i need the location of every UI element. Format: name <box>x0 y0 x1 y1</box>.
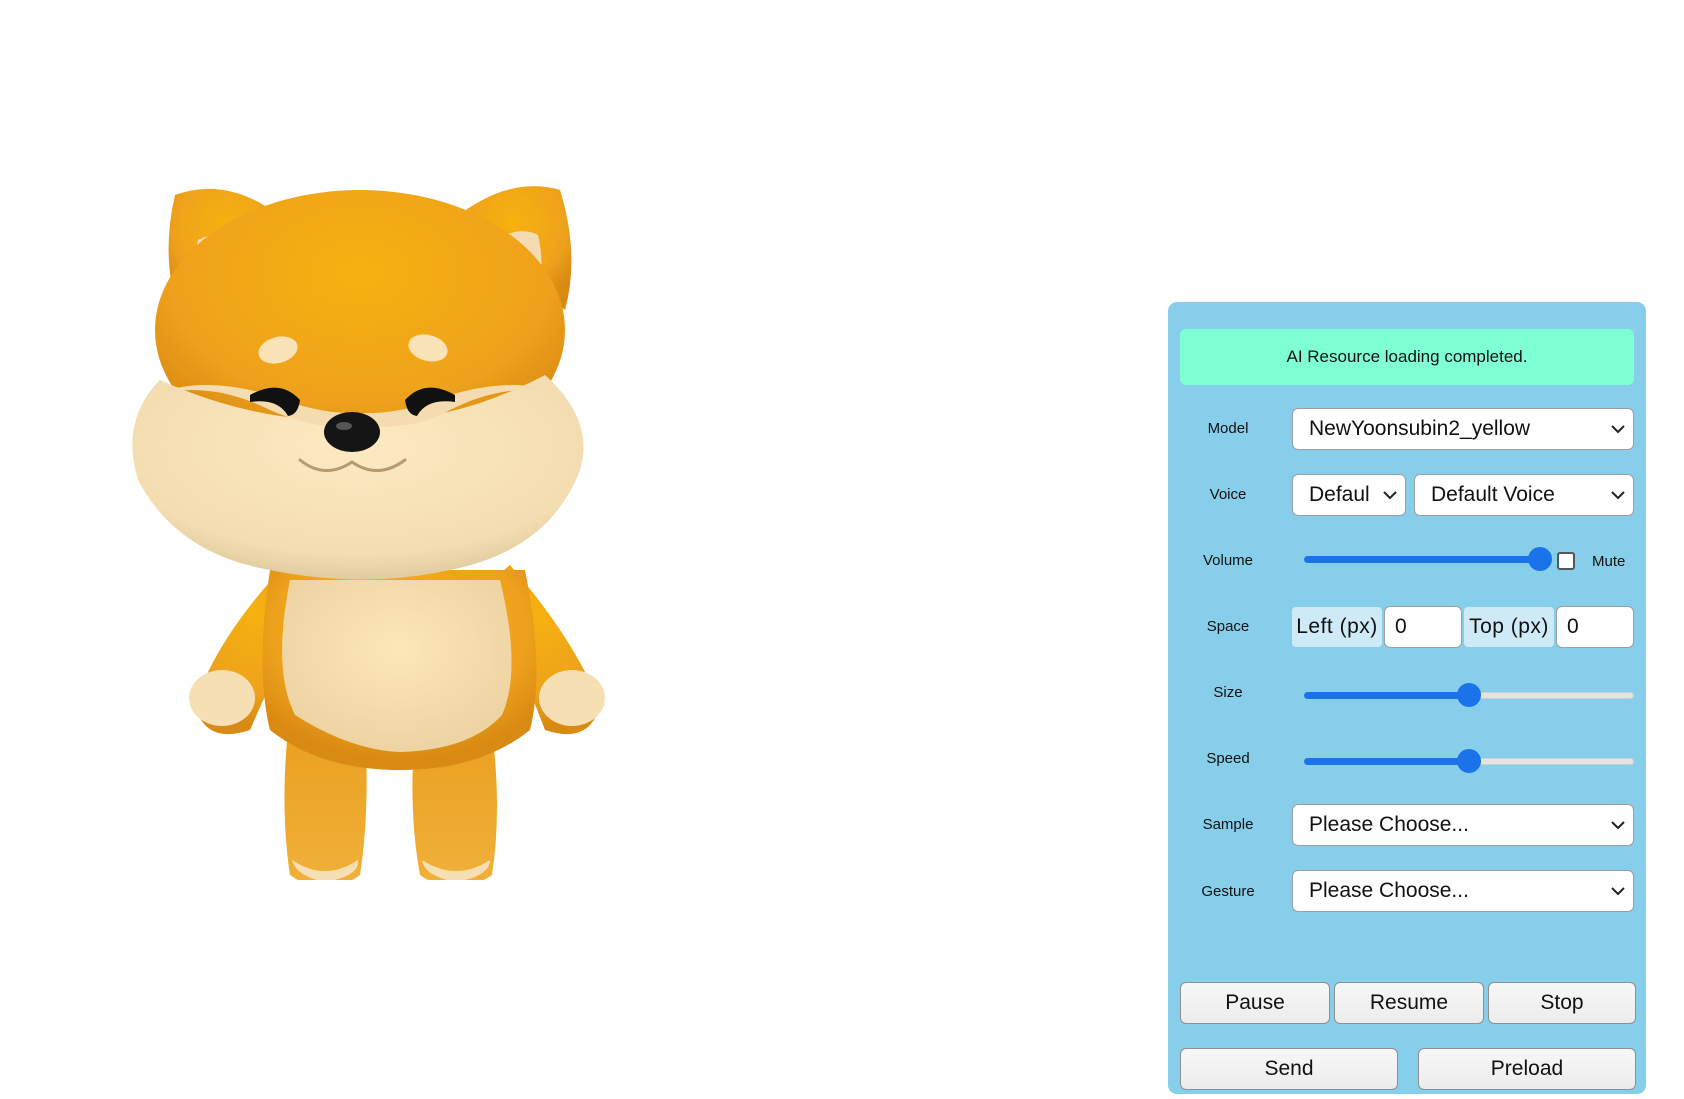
sample-select-value: Please Choose... <box>1309 813 1469 836</box>
size-label: Size <box>1213 684 1243 701</box>
preload-button[interactable]: Preload <box>1418 1048 1636 1090</box>
slider-thumb[interactable] <box>1528 547 1552 571</box>
slider-fill <box>1304 556 1540 563</box>
voice-language-select[interactable]: Defaul <box>1292 474 1406 516</box>
chevron-down-icon <box>1611 491 1625 500</box>
send-button[interactable]: Send <box>1180 1048 1398 1090</box>
shiba-avatar <box>132 186 605 880</box>
gesture-select[interactable]: Please Choose... <box>1292 870 1634 912</box>
resume-button[interactable]: Resume <box>1334 982 1484 1024</box>
pause-button[interactable]: Pause <box>1180 982 1330 1024</box>
slider-thumb[interactable] <box>1457 683 1481 707</box>
nose <box>324 412 380 452</box>
mute-label: Mute <box>1592 553 1626 570</box>
gesture-select-value: Please Choose... <box>1309 879 1469 902</box>
belly <box>282 580 512 752</box>
speed-label: Speed <box>1206 750 1250 767</box>
top-px-input[interactable]: 0 <box>1556 606 1634 648</box>
model-select-value: NewYoonsubin2_yellow <box>1309 417 1531 440</box>
size-slider[interactable] <box>1304 683 1634 707</box>
voice-select[interactable]: Default Voice <box>1414 474 1634 516</box>
stop-button[interactable]: Stop <box>1488 982 1636 1024</box>
model-label: Model <box>1207 420 1249 437</box>
voice-select-value: Default Voice <box>1431 483 1555 506</box>
mute-checkbox[interactable] <box>1557 552 1575 570</box>
left-px-label: Left (px) <box>1292 607 1382 647</box>
slider-fill <box>1304 692 1469 699</box>
top-px-label: Top (px) <box>1464 607 1554 647</box>
space-label: Space <box>1206 618 1250 635</box>
left-px-input[interactable]: 0 <box>1384 606 1462 648</box>
sample-label: Sample <box>1202 816 1254 833</box>
voice-label: Voice <box>1209 486 1247 503</box>
control-panel: AI Resource loading completed. Model New… <box>1168 302 1646 1094</box>
speed-slider[interactable] <box>1304 749 1634 773</box>
model-select[interactable]: NewYoonsubin2_yellow <box>1292 408 1634 450</box>
volume-label: Volume <box>1202 552 1254 569</box>
voice-language-value: Defaul <box>1309 483 1370 506</box>
chevron-down-icon <box>1611 887 1625 896</box>
status-banner: AI Resource loading completed. <box>1180 329 1634 385</box>
slider-thumb[interactable] <box>1457 749 1481 773</box>
chevron-down-icon <box>1383 491 1397 500</box>
status-message: AI Resource loading completed. <box>1286 347 1528 366</box>
volume-slider[interactable] <box>1304 547 1552 571</box>
slider-fill <box>1304 758 1469 765</box>
chevron-down-icon <box>1611 425 1625 434</box>
chevron-down-icon <box>1611 821 1625 830</box>
sample-select[interactable]: Please Choose... <box>1292 804 1634 846</box>
gesture-label: Gesture <box>1201 883 1255 900</box>
